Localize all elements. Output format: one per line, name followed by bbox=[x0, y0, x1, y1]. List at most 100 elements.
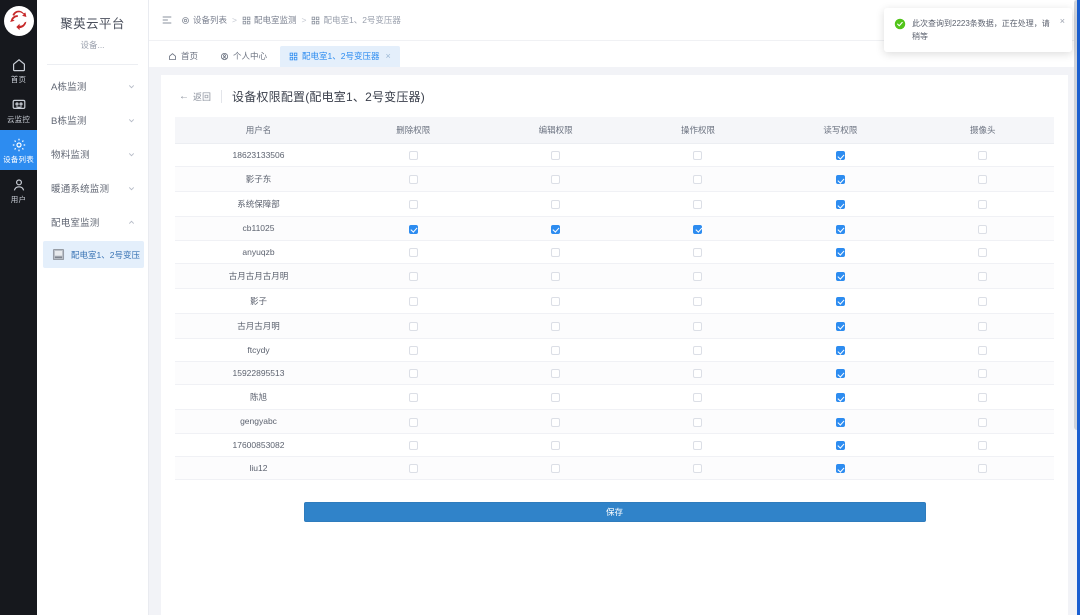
rail-item-cloud-monitor[interactable]: 云监控 bbox=[0, 90, 37, 130]
back-button[interactable]: ← 返回 bbox=[179, 90, 211, 103]
back-button-label: 返回 bbox=[193, 90, 211, 103]
checkbox-camera[interactable] bbox=[978, 200, 987, 209]
checkbox-operate[interactable] bbox=[693, 297, 702, 306]
sidebar-item-power-room[interactable]: 配电室监测 bbox=[37, 205, 148, 239]
checkbox-readwrite[interactable] bbox=[836, 297, 845, 306]
checkbox-edit[interactable] bbox=[551, 200, 560, 209]
checkbox-camera[interactable] bbox=[978, 248, 987, 257]
checkbox-readwrite[interactable] bbox=[836, 322, 845, 331]
cell-camera bbox=[912, 263, 1054, 288]
checkbox-camera[interactable] bbox=[978, 369, 987, 378]
checkbox-delete[interactable] bbox=[409, 369, 418, 378]
checkbox-delete[interactable] bbox=[409, 272, 418, 281]
checkbox-operate[interactable] bbox=[693, 418, 702, 427]
close-icon[interactable]: × bbox=[386, 51, 391, 61]
checkbox-operate[interactable] bbox=[693, 369, 702, 378]
checkbox-edit[interactable] bbox=[551, 248, 560, 257]
cell-readwrite bbox=[769, 263, 911, 288]
checkbox-edit[interactable] bbox=[551, 297, 560, 306]
checkbox-readwrite[interactable] bbox=[836, 369, 845, 378]
checkbox-delete[interactable] bbox=[409, 151, 418, 160]
checkbox-camera[interactable] bbox=[978, 418, 987, 427]
checkbox-camera[interactable] bbox=[978, 297, 987, 306]
cell-edit bbox=[484, 240, 626, 263]
breadcrumb-item-device-list[interactable]: 设备列表 bbox=[181, 14, 227, 26]
checkbox-edit[interactable] bbox=[551, 441, 560, 450]
checkbox-operate[interactable] bbox=[693, 346, 702, 355]
checkbox-readwrite[interactable] bbox=[836, 464, 845, 473]
sidebar-item-building-b[interactable]: B栋监测 bbox=[37, 103, 148, 137]
checkbox-edit[interactable] bbox=[551, 151, 560, 160]
cell-operate bbox=[627, 410, 769, 433]
checkbox-camera[interactable] bbox=[978, 322, 987, 331]
checkbox-readwrite[interactable] bbox=[836, 151, 845, 160]
node-icon bbox=[311, 16, 320, 25]
checkbox-delete[interactable] bbox=[409, 297, 418, 306]
checkbox-edit[interactable] bbox=[551, 175, 560, 184]
checkbox-camera[interactable] bbox=[978, 225, 987, 234]
checkbox-delete[interactable] bbox=[409, 418, 418, 427]
checkbox-edit[interactable] bbox=[551, 272, 560, 281]
checkbox-delete[interactable] bbox=[409, 200, 418, 209]
checkbox-readwrite[interactable] bbox=[836, 248, 845, 257]
checkbox-delete[interactable] bbox=[409, 248, 418, 257]
checkbox-camera[interactable] bbox=[978, 272, 987, 281]
checkbox-readwrite[interactable] bbox=[836, 346, 845, 355]
rail-item-home[interactable]: 首页 bbox=[0, 50, 37, 90]
checkbox-camera[interactable] bbox=[978, 393, 987, 402]
checkbox-camera[interactable] bbox=[978, 346, 987, 355]
checkbox-edit[interactable] bbox=[551, 464, 560, 473]
breadcrumb-item-power-room[interactable]: 配电室监测 bbox=[242, 14, 297, 26]
checkbox-operate[interactable] bbox=[693, 151, 702, 160]
tab-personal-center[interactable]: 个人中心 bbox=[211, 46, 276, 67]
checkbox-camera[interactable] bbox=[978, 464, 987, 473]
checkbox-readwrite[interactable] bbox=[836, 225, 845, 234]
checkbox-operate[interactable] bbox=[693, 464, 702, 473]
sidebar-item-hvac[interactable]: 暖通系统监测 bbox=[37, 171, 148, 205]
checkbox-edit[interactable] bbox=[551, 322, 560, 331]
checkbox-readwrite[interactable] bbox=[836, 393, 845, 402]
checkbox-readwrite[interactable] bbox=[836, 418, 845, 427]
checkbox-operate[interactable] bbox=[693, 322, 702, 331]
checkbox-readwrite[interactable] bbox=[836, 175, 845, 184]
tab-transformer-1-2[interactable]: 配电室1、2号变压器 × bbox=[280, 46, 400, 67]
checkbox-edit[interactable] bbox=[551, 418, 560, 427]
checkbox-operate[interactable] bbox=[693, 248, 702, 257]
checkbox-readwrite[interactable] bbox=[836, 272, 845, 281]
checkbox-delete[interactable] bbox=[409, 346, 418, 355]
checkbox-edit[interactable] bbox=[551, 393, 560, 402]
sidebar-item-hvac-label: 暖通系统监测 bbox=[51, 181, 109, 195]
checkbox-edit[interactable] bbox=[551, 369, 560, 378]
rail-item-device-list[interactable]: 设备列表 bbox=[0, 130, 37, 170]
checkbox-operate[interactable] bbox=[693, 272, 702, 281]
checkbox-operate[interactable] bbox=[693, 175, 702, 184]
sidebar-item-material[interactable]: 物料监测 bbox=[37, 137, 148, 171]
checkbox-delete[interactable] bbox=[409, 464, 418, 473]
close-icon[interactable]: × bbox=[1060, 16, 1065, 26]
save-button[interactable]: 保存 bbox=[304, 502, 926, 522]
checkbox-edit[interactable] bbox=[551, 225, 560, 234]
checkbox-camera[interactable] bbox=[978, 441, 987, 450]
sidebar-item-building-a-label: A栋监测 bbox=[51, 79, 87, 93]
checkbox-operate[interactable] bbox=[693, 225, 702, 234]
checkbox-camera[interactable] bbox=[978, 151, 987, 160]
checkbox-operate[interactable] bbox=[693, 200, 702, 209]
checkbox-camera[interactable] bbox=[978, 175, 987, 184]
tab-home[interactable]: 首页 bbox=[159, 46, 207, 67]
checkbox-delete[interactable] bbox=[409, 441, 418, 450]
sidebar-item-transformer-1-2[interactable]: 配电室1、2号变压 bbox=[43, 241, 144, 268]
checkbox-readwrite[interactable] bbox=[836, 441, 845, 450]
cell-operate bbox=[627, 433, 769, 456]
checkbox-operate[interactable] bbox=[693, 393, 702, 402]
checkbox-delete[interactable] bbox=[409, 393, 418, 402]
checkbox-delete[interactable] bbox=[409, 225, 418, 234]
checkbox-operate[interactable] bbox=[693, 441, 702, 450]
checkbox-delete[interactable] bbox=[409, 322, 418, 331]
checkbox-readwrite[interactable] bbox=[836, 200, 845, 209]
sidebar-item-building-a[interactable]: A栋监测 bbox=[37, 69, 148, 103]
checkbox-edit[interactable] bbox=[551, 346, 560, 355]
checkbox-delete[interactable] bbox=[409, 175, 418, 184]
cell-username: 古月古月古月明 bbox=[175, 263, 342, 288]
rail-item-user[interactable]: 用户 bbox=[0, 170, 37, 210]
collapse-menu-icon[interactable] bbox=[161, 14, 173, 26]
